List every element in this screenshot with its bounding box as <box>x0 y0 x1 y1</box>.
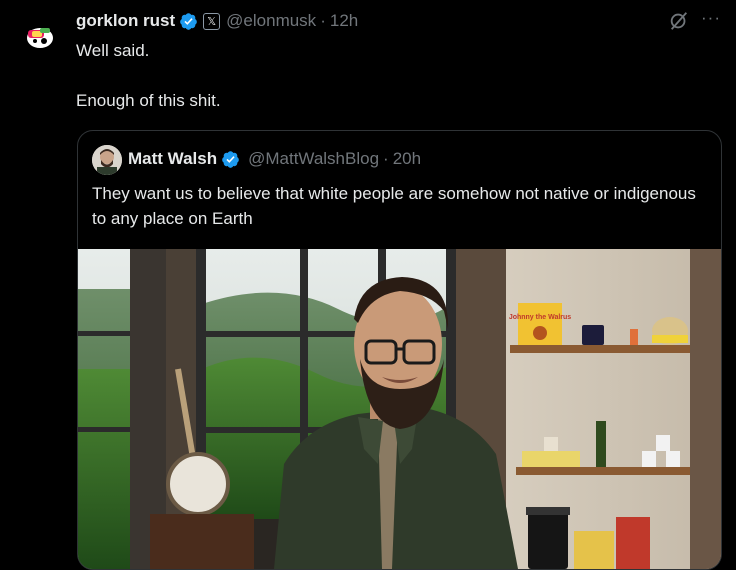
quoted-author-name[interactable]: Matt Walsh <box>128 149 217 169</box>
separator-dot: · <box>383 149 389 168</box>
verified-badge-icon <box>222 150 239 168</box>
quoted-author-avatar[interactable] <box>92 145 122 175</box>
book-cover-title: Johnny the Walrus <box>509 314 571 321</box>
tweet-timestamp[interactable]: 12h <box>330 11 358 31</box>
quoted-header: Matt Walsh @MattWalshBlog · 20h <box>128 147 421 171</box>
quoted-timestamp[interactable]: 20h <box>393 149 421 169</box>
tweet-text-line-2: Enough of this shit. <box>76 91 221 110</box>
grok-icon[interactable] <box>668 10 690 32</box>
quoted-tweet-text: They want us to believe that white peopl… <box>92 184 696 228</box>
quoted-media-image[interactable]: Johnny the Walrus <box>78 249 721 569</box>
author-handle[interactable]: @elonmusk <box>226 11 316 31</box>
more-icon[interactable]: ··· <box>701 8 721 28</box>
quoted-tweet[interactable]: Matt Walsh @MattWalshBlog · 20h They wan… <box>77 130 722 570</box>
separator-dot: · <box>320 11 326 30</box>
author-avatar[interactable] <box>18 14 62 58</box>
quoted-author-handle[interactable]: @MattWalshBlog <box>248 149 379 169</box>
tweet-header: gorklon rust 𝕏 @elonmusk · 12h <box>76 9 358 33</box>
tweet-text-line-1: Well said. <box>76 41 150 60</box>
verified-badge-icon <box>180 12 197 30</box>
affiliate-badge: 𝕏 <box>203 12 221 30</box>
author-name[interactable]: gorklon rust <box>76 11 175 31</box>
